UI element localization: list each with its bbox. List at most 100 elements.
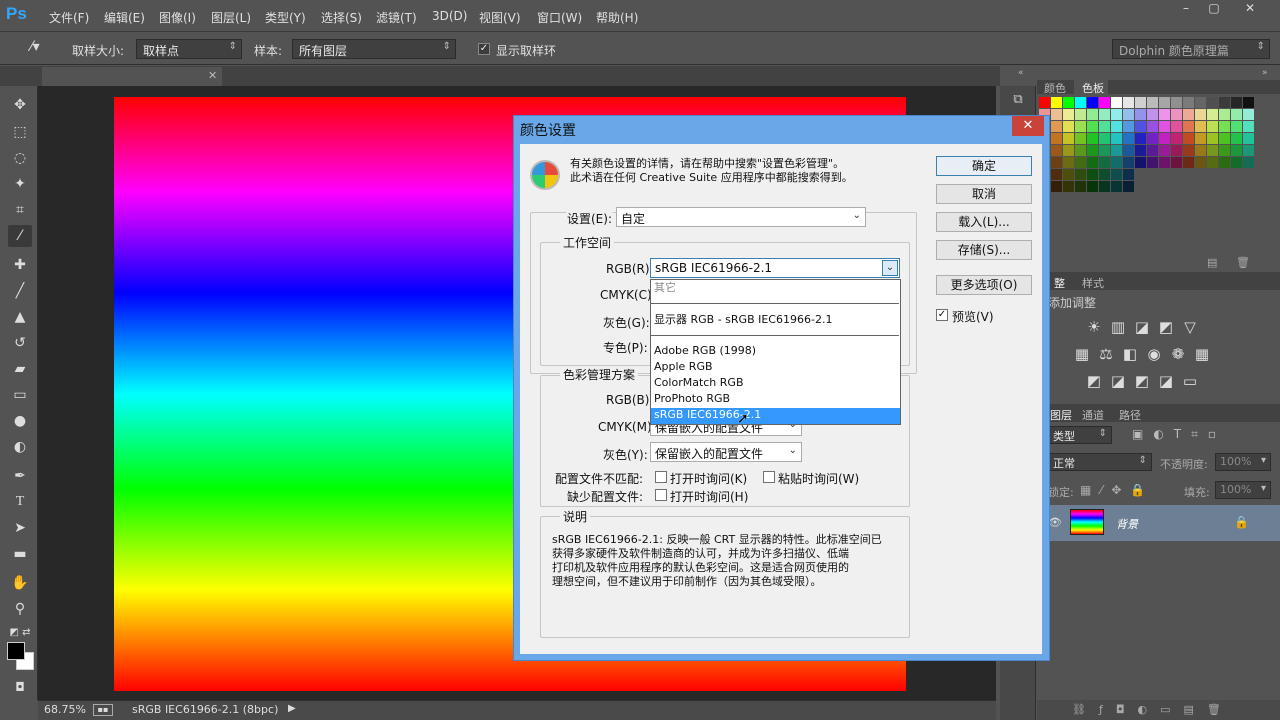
color-swatch[interactable]	[1147, 133, 1158, 144]
color-swatch[interactable]	[1243, 145, 1254, 156]
hand-tool-icon[interactable]: ✋	[8, 572, 32, 594]
layer-filter-select[interactable]: 类型 ⇕	[1048, 426, 1112, 444]
color-swatch[interactable]	[1087, 169, 1098, 180]
color-swatch[interactable]	[1207, 133, 1218, 144]
color-swatch[interactable]	[1147, 121, 1158, 132]
color-swatch[interactable]	[1231, 157, 1242, 168]
cancel-button[interactable]: 取消	[936, 184, 1032, 204]
color-swatch[interactable]	[1051, 109, 1062, 120]
foreground-color-swatch-top[interactable]	[7, 642, 25, 660]
color-swatch[interactable]	[1063, 109, 1074, 120]
color-swatch[interactable]	[1051, 145, 1062, 156]
color-swatch[interactable]	[1183, 157, 1194, 168]
color-swatch[interactable]	[1243, 157, 1254, 168]
color-swatch[interactable]	[1099, 121, 1110, 132]
dropdown-item-apple-rgb[interactable]: Apple RGB	[654, 359, 898, 375]
new-swatch-icon[interactable]: ▤	[1207, 256, 1217, 269]
color-swatch[interactable]	[1099, 169, 1110, 180]
color-swatch[interactable]	[1087, 181, 1098, 192]
color-swatch[interactable]	[1063, 157, 1074, 168]
color-swatch[interactable]	[1183, 109, 1194, 120]
color-swatch[interactable]	[1135, 145, 1146, 156]
invert-icon[interactable]: ◩	[1084, 372, 1104, 390]
color-swatch[interactable]	[1123, 169, 1134, 180]
color-swatch[interactable]	[1183, 97, 1194, 108]
gradient-tool-icon[interactable]: ▭	[8, 384, 32, 406]
color-swatch[interactable]	[1159, 133, 1170, 144]
settings-select[interactable]: 自定 ⌄	[616, 207, 866, 227]
menu-filter[interactable]: 滤镜(T)	[376, 9, 417, 26]
color-lookup-icon[interactable]: ▦	[1192, 345, 1212, 363]
fill-input[interactable]: 100% ▾	[1215, 481, 1271, 499]
show-ring-checkbox[interactable]: ✓	[478, 43, 490, 55]
color-swatch[interactable]	[1111, 181, 1122, 192]
color-swatch[interactable]	[1171, 121, 1182, 132]
maximize-button[interactable]: ▢	[1200, 1, 1228, 19]
color-swatch[interactable]	[1123, 133, 1134, 144]
color-balance-icon[interactable]: ⚖	[1096, 345, 1116, 363]
color-swatch[interactable]	[1195, 121, 1206, 132]
close-app-button[interactable]: ✕	[1236, 1, 1264, 19]
curves-icon[interactable]: ◪	[1132, 318, 1152, 336]
color-swatch[interactable]	[1159, 121, 1170, 132]
color-swatch[interactable]	[1087, 157, 1098, 168]
color-swatch[interactable]	[1123, 109, 1134, 120]
color-swatch[interactable]	[1195, 145, 1206, 156]
color-swatch[interactable]	[1219, 121, 1230, 132]
rectangle-tool-icon[interactable]: ▬	[8, 543, 32, 565]
visibility-eye-icon[interactable]: 👁	[1048, 516, 1062, 529]
color-swatch[interactable]	[1135, 109, 1146, 120]
layers-footer-icons[interactable]: ⛓ƒ◘◐▭▤🗑	[1072, 703, 1234, 716]
color-swatch[interactable]	[1075, 169, 1086, 180]
color-swatch[interactable]	[1159, 157, 1170, 168]
color-swatch[interactable]	[1063, 181, 1074, 192]
status-icon[interactable]: ▪▪	[93, 704, 113, 716]
layers-tab[interactable]: 图层	[1050, 407, 1072, 423]
healing-brush-tool-icon[interactable]: ✚	[8, 254, 32, 276]
blend-mode-select[interactable]: 正常 ⇕	[1048, 453, 1152, 471]
color-swatch[interactable]	[1147, 109, 1158, 120]
color-swatch[interactable]	[1111, 109, 1122, 120]
missing-open-checkbox[interactable]	[655, 489, 667, 501]
color-swatch[interactable]	[1111, 133, 1122, 144]
zoom-tool-icon[interactable]: ⚲	[8, 598, 32, 620]
color-swatch[interactable]	[1087, 97, 1098, 108]
ok-button[interactable]: 确定	[936, 156, 1032, 176]
levels-icon[interactable]: ▥	[1108, 318, 1128, 336]
color-swatch[interactable]	[1231, 121, 1242, 132]
color-swatch[interactable]	[1075, 109, 1086, 120]
color-swatch[interactable]	[1243, 121, 1254, 132]
color-swatch[interactable]	[1195, 97, 1206, 108]
document-tab[interactable]	[42, 67, 222, 86]
color-swatch[interactable]	[1171, 133, 1182, 144]
color-swatch[interactable]	[1147, 97, 1158, 108]
gradient-map-icon[interactable]: ▭	[1180, 372, 1200, 390]
eyedropper-tool-preset-icon[interactable]: ⁄▾	[24, 39, 46, 59]
sample-select[interactable]: 所有图层 ⇕	[292, 39, 456, 59]
color-swatch[interactable]	[1219, 157, 1230, 168]
color-swatch[interactable]	[1063, 97, 1074, 108]
color-swatch[interactable]	[1075, 157, 1086, 168]
color-swatch[interactable]	[1051, 121, 1062, 132]
color-swatch[interactable]	[1159, 145, 1170, 156]
dropdown-item-colormatch-rgb[interactable]: ColorMatch RGB	[654, 375, 898, 391]
dropdown-item-srgb[interactable]: sRGB IEC61966-2.1	[654, 407, 898, 423]
color-swatch[interactable]	[1231, 133, 1242, 144]
color-swatch[interactable]	[1087, 121, 1098, 132]
menu-layer[interactable]: 图层(L)	[211, 9, 251, 26]
color-swatch[interactable]	[1243, 109, 1254, 120]
default-colors-icon[interactable]: ◩ ⇄	[8, 622, 32, 644]
color-swatch[interactable]	[1087, 145, 1098, 156]
color-swatch[interactable]	[1087, 133, 1098, 144]
sample-size-select[interactable]: 取样点 ⇕	[136, 39, 242, 59]
color-swatch[interactable]	[1135, 121, 1146, 132]
color-swatch[interactable]	[1063, 169, 1074, 180]
mismatch-paste-checkbox[interactable]	[763, 471, 775, 483]
more-options-button[interactable]: 更多选项(O)	[936, 275, 1032, 295]
color-swatch[interactable]	[1063, 145, 1074, 156]
color-swatch[interactable]	[1111, 157, 1122, 168]
adjustments-tab[interactable]: 整	[1054, 275, 1065, 291]
color-swatch[interactable]	[1195, 157, 1206, 168]
color-swatch[interactable]	[1219, 109, 1230, 120]
menu-3d[interactable]: 3D(D)	[432, 9, 467, 23]
